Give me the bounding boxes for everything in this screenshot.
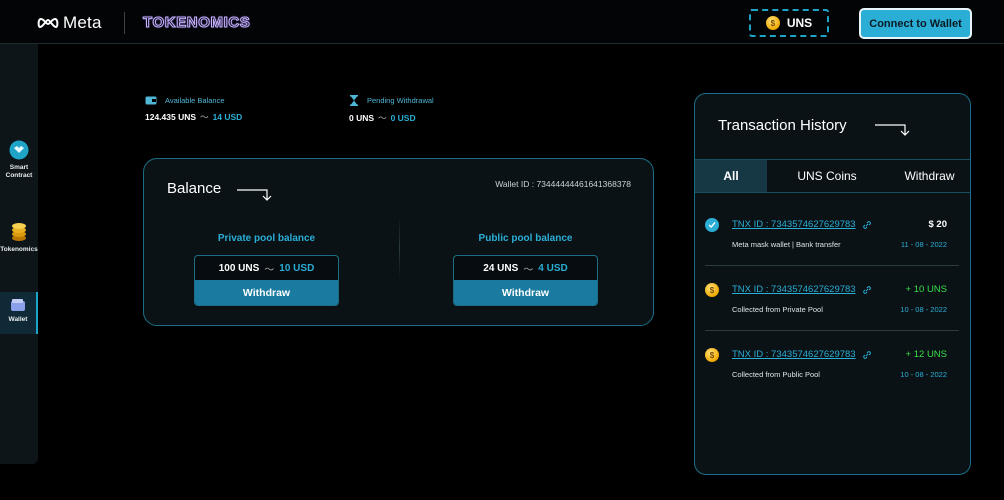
pool-title: Public pool balance	[478, 233, 573, 244]
transaction-description: Meta mask wallet | Bank transfer	[732, 240, 841, 249]
stat-usd: 0 USD	[390, 113, 416, 123]
link-icon[interactable]	[862, 350, 872, 360]
transaction-date: 10 - 08 - 2022	[900, 370, 947, 379]
app-title: TOKENOMICS	[142, 14, 251, 32]
pool-amount: 100 UNS	[218, 262, 260, 274]
stat-amount: 0 UNS	[349, 113, 375, 123]
pool-usd: 4 USD	[538, 262, 568, 274]
pool-usd: 10 USD	[279, 262, 315, 274]
sidebar: Smart Contract Tokenomics Wallet	[0, 44, 38, 464]
balance-card: Balance Wallet ID : 73444444461641368378…	[143, 158, 654, 326]
currency-label: UNS	[786, 16, 813, 30]
wallet-icon	[11, 299, 25, 311]
smart-contract-icon	[9, 140, 29, 160]
meta-brand-text: Meta	[63, 13, 102, 32]
coin-icon: $	[705, 348, 719, 362]
meta-logo[interactable]: Meta	[37, 13, 102, 33]
transaction-row[interactable]: TNX ID : 7343574627629783 $ 20 Meta mask…	[705, 202, 959, 266]
transaction-date: 11 - 08 - 2022	[900, 240, 947, 249]
connect-wallet-button[interactable]: Connect to Wallet	[859, 8, 972, 39]
withdraw-private-button[interactable]: Withdraw	[195, 280, 338, 305]
stat-title: Pending Withdrawal	[367, 96, 434, 105]
hourglass-icon	[350, 95, 358, 106]
meta-infinity-icon	[37, 17, 59, 29]
transaction-history-title: Transaction History	[718, 117, 847, 134]
currency-chip[interactable]: $ UNS	[749, 9, 829, 37]
link-icon[interactable]	[862, 285, 872, 295]
sidebar-item-tokenomics[interactable]: Tokenomics	[0, 220, 38, 254]
stat-amount: 124.435 UNS	[145, 112, 197, 122]
transaction-id-link[interactable]: TNX ID : 7343574627629783	[732, 284, 856, 295]
coin-stack-icon	[12, 223, 26, 241]
transaction-row[interactable]: $ TNX ID : 7343574627629783 + 10 UNS Col…	[705, 267, 959, 331]
transaction-description: Collected from Private Pool	[732, 305, 823, 314]
pool-box: 24 UNS 〜 4 USD Withdraw	[453, 255, 598, 306]
pool-box: 100 UNS 〜 10 USD Withdraw	[194, 255, 339, 306]
transaction-row[interactable]: $ TNX ID : 7343574627629783 + 12 UNS Col…	[705, 332, 959, 396]
header-divider	[124, 12, 125, 34]
stat-title: Available Balance	[165, 95, 225, 105]
sidebar-label: Tokenomics	[0, 246, 38, 253]
pool-amount: 24 UNS	[483, 262, 519, 274]
sidebar-label: Wallet	[8, 316, 28, 323]
transaction-description: Collected from Public Pool	[732, 370, 820, 379]
coin-icon: $	[705, 283, 719, 297]
wallet-icon	[145, 96, 157, 105]
tab-withdraw[interactable]: Withdraw	[887, 160, 970, 192]
top-header: Meta TOKENOMICS $ UNS Connect to Wallet	[0, 0, 1004, 44]
arrow-down-icon	[237, 189, 272, 201]
transaction-date: 10 - 08 - 2022	[900, 305, 947, 314]
approx-icon: 〜	[200, 112, 209, 122]
tab-uns-coins[interactable]: UNS Coins	[767, 160, 887, 192]
pool-title: Private pool balance	[217, 233, 316, 244]
transaction-history-card: Transaction History All UNS Coins Withdr…	[694, 93, 971, 475]
coin-icon: $	[765, 16, 780, 30]
pending-withdrawal-stat: Pending Withdrawal 0 UNS 〜 0 USD	[349, 95, 434, 124]
transaction-amount: $ 20	[928, 219, 948, 230]
transaction-id-link[interactable]: TNX ID : 7343574627629783	[732, 349, 856, 360]
approx-icon: 〜	[523, 264, 534, 276]
tab-all[interactable]: All	[695, 160, 767, 192]
public-pool: Public pool balance 24 UNS 〜 4 USD Withd…	[453, 233, 598, 306]
pool-divider	[399, 217, 400, 279]
transaction-id-link[interactable]: TNX ID : 7343574627629783	[732, 219, 856, 230]
sidebar-label: Smart Contract	[5, 164, 33, 179]
approx-icon: 〜	[264, 264, 275, 276]
approx-icon: 〜	[378, 113, 387, 123]
private-pool: Private pool balance 100 UNS 〜 10 USD Wi…	[194, 233, 339, 306]
sidebar-item-smart-contract[interactable]: Smart Contract	[0, 140, 38, 180]
sidebar-item-wallet[interactable]: Wallet	[0, 292, 38, 334]
transaction-amount: + 10 UNS	[905, 284, 947, 295]
withdraw-public-button[interactable]: Withdraw	[454, 280, 597, 305]
link-icon[interactable]	[862, 220, 872, 230]
transaction-amount: + 12 UNS	[905, 349, 947, 360]
wallet-id: Wallet ID : 73444444461641368378	[495, 179, 631, 189]
check-icon	[705, 218, 719, 232]
transaction-tabs: All UNS Coins Withdraw	[695, 159, 970, 193]
balance-title: Balance	[167, 180, 222, 197]
stat-usd: 14 USD	[212, 112, 243, 122]
arrow-down-icon	[875, 124, 910, 136]
available-balance-stat: Available Balance 124.435 UNS 〜 14 USD	[145, 95, 242, 123]
